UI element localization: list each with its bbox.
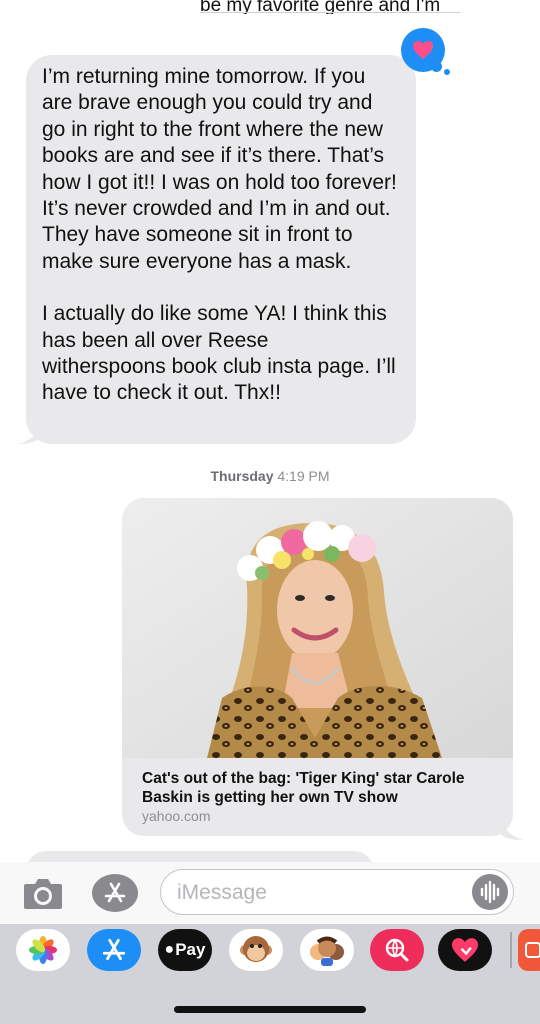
tapback-dot [431, 61, 442, 72]
link-preview-title: Cat's out of the bag: 'Tiger King' star … [142, 770, 465, 806]
apple-pay-label: Pay [175, 940, 206, 959]
apple-pay-icon[interactable]: ● Pay [158, 929, 212, 971]
link-preview-image [122, 498, 513, 758]
timestamp-time: 4:19 PM [277, 468, 330, 484]
photos-flower-icon [29, 936, 57, 964]
incoming-bubble-tail [18, 424, 40, 444]
photos-icon[interactable] [16, 929, 70, 971]
heart-touch-icon [452, 938, 478, 962]
globe-search-icon [385, 938, 409, 962]
home-indicator[interactable] [174, 1006, 366, 1013]
calendar-grid-icon [525, 942, 540, 958]
waveform-icon [480, 880, 500, 904]
incoming-message-bubble[interactable]: I’m returning mine tomorrow. If you are … [26, 55, 416, 444]
app-store-icon[interactable] [87, 929, 141, 971]
outgoing-bubble-tail [500, 818, 524, 840]
memoji-faces-icon [310, 936, 344, 966]
app-store-glyph-icon [104, 882, 126, 903]
timestamp-day: Thursday [210, 468, 274, 484]
monkey-icon [240, 936, 272, 962]
app-strip-divider [510, 932, 512, 968]
imessage-placeholder: iMessage [177, 881, 267, 904]
memoji-icon[interactable] [300, 929, 354, 971]
link-preview-domain: yahoo.com [142, 808, 211, 824]
more-apps-icon[interactable] [518, 929, 540, 971]
message-timestamp: Thursday 4:19 PM [0, 468, 540, 484]
app-store-a-icon [102, 938, 126, 961]
camera-icon[interactable] [22, 875, 64, 911]
digital-touch-icon[interactable] [438, 929, 492, 971]
heart-icon [413, 40, 433, 60]
message-paragraph-2: I actually do like some YA! I think this… [42, 302, 396, 405]
audio-message-button[interactable] [472, 874, 508, 910]
link-preview-card[interactable]: Cat's out of the bag: 'Tiger King' star … [122, 498, 513, 836]
animoji-icon[interactable] [229, 929, 283, 971]
tapback-dot-small [444, 69, 450, 75]
previous-message-edge [200, 12, 460, 13]
message-paragraph-1: I’m returning mine tomorrow. If you are … [42, 65, 397, 273]
app-store-button[interactable] [92, 874, 138, 912]
apple-logo-icon: ● [164, 941, 175, 958]
search-images-icon[interactable] [370, 929, 424, 971]
